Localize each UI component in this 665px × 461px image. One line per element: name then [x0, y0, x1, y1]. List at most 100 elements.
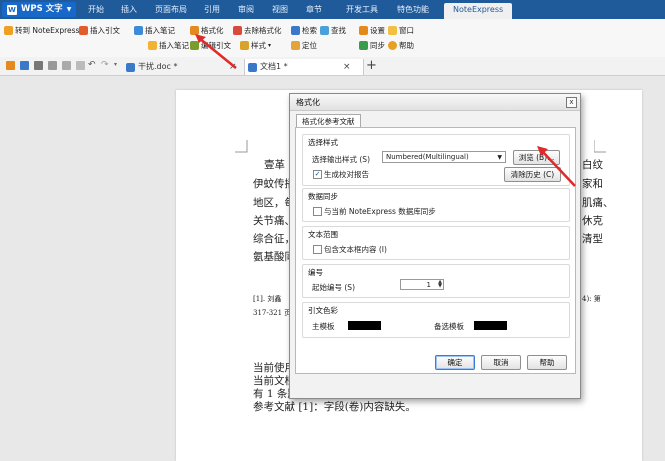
- output-style-value: Numbered(Multilingual): [386, 153, 469, 161]
- dialog-close-button[interactable]: x: [566, 97, 577, 108]
- output-style-label: 选择输出样式 (S): [312, 155, 370, 164]
- output-style-select[interactable]: Numbered(Multilingual) ▼: [382, 151, 506, 163]
- close-icon[interactable]: ×: [343, 62, 351, 72]
- style-label: 样式: [251, 41, 266, 50]
- edit-citation-label: 编辑引文: [201, 41, 231, 50]
- remove-format-label: 去除格式化: [244, 26, 282, 35]
- sync-checkbox[interactable]: [313, 207, 322, 216]
- margin-corner-mark: [594, 140, 606, 153]
- find-button[interactable]: 查找: [320, 25, 346, 36]
- margin-corner-mark: [235, 140, 248, 153]
- settings-button[interactable]: 设置: [359, 25, 385, 36]
- sync-group-title: 数据同步: [308, 192, 338, 201]
- print-icon[interactable]: [34, 61, 43, 70]
- goto-noteexpress-button[interactable]: 转到 NoteExpress: [4, 25, 79, 36]
- style-group-title: 选择样式: [308, 138, 338, 147]
- sync-label: 同步: [370, 41, 385, 50]
- locate-label: 定位: [302, 41, 317, 50]
- window-button[interactable]: 窗口: [388, 25, 414, 36]
- menu-tab-references[interactable]: 引用: [204, 3, 220, 16]
- ok-button[interactable]: 确定: [435, 355, 475, 370]
- alt-template-swatch[interactable]: [474, 321, 507, 330]
- reference-entry: [1]. 刘鑫: [253, 295, 282, 303]
- include-textbox-checkbox[interactable]: [313, 245, 322, 254]
- start-number-label: 起始编号 (S): [312, 283, 355, 292]
- redo-icon[interactable]: ↷: [101, 60, 109, 70]
- search-button[interactable]: 检索: [291, 25, 317, 36]
- doc-line: 家和: [582, 178, 603, 190]
- insert-note-label: 插入笔记: [145, 26, 175, 35]
- format-icon: [190, 26, 199, 35]
- menu-tab-developer[interactable]: 开发工具: [346, 3, 378, 16]
- clear-history-button[interactable]: 清除历史 (C): [504, 167, 561, 182]
- print-preview-icon[interactable]: [48, 61, 57, 70]
- tab-doc1-label: 文档1 *: [260, 62, 288, 71]
- gen-report-checkbox[interactable]: ✓: [313, 170, 322, 179]
- document-icon: [126, 62, 135, 72]
- doc-line: 壹革: [264, 159, 285, 171]
- insert-citation-button[interactable]: 插入引文: [79, 25, 120, 36]
- clipboard-icon[interactable]: [76, 61, 85, 70]
- tab-format-references[interactable]: 格式化参考文献: [296, 114, 361, 128]
- format-button[interactable]: 格式化: [190, 25, 224, 36]
- chevron-down-icon[interactable]: ▾: [114, 61, 117, 68]
- cancel-button[interactable]: 取消: [481, 355, 521, 370]
- start-number-stepper[interactable]: 1 ▲ ▼: [400, 279, 444, 290]
- main-template-swatch[interactable]: [348, 321, 381, 330]
- menu-tab-home[interactable]: 开始: [88, 3, 104, 16]
- goto-noteexpress-label: 转到 NoteExpress: [15, 26, 80, 35]
- pencil-icon: [148, 41, 157, 50]
- chevron-down-icon: ▾: [268, 42, 272, 49]
- doc-line: 肌痛、: [582, 197, 614, 209]
- dialog-panel: 选择样式 选择输出样式 (S) Numbered(Multilingual) ▼…: [295, 127, 576, 374]
- alt-template-label: 备选模板: [434, 322, 464, 331]
- menu-tab-layout[interactable]: 页面布局: [155, 3, 187, 16]
- start-number-value: 1: [426, 281, 431, 289]
- browse-button[interactable]: 浏览 (B)...: [513, 150, 560, 165]
- close-icon[interactable]: ×: [229, 62, 237, 72]
- insert-note-label-2: 插入笔记: [159, 41, 189, 50]
- folder-icon[interactable]: [6, 61, 15, 70]
- help-button[interactable]: 帮助: [527, 355, 567, 370]
- insert-note-button[interactable]: 插入笔记: [148, 40, 189, 51]
- export-icon[interactable]: [62, 61, 71, 70]
- find-label: 查找: [331, 26, 346, 35]
- format-dialog: 格式化 x 格式化参考文献 选择样式 选择输出样式 (S) Numbered(M…: [289, 93, 581, 399]
- stepper-arrows-icon[interactable]: ▲ ▼: [438, 280, 442, 289]
- status-line: 参考文献 [1]：字段(卷)内容缺失。: [253, 401, 416, 413]
- tab-doc-ganrao[interactable]: 干扰.doc *: [126, 59, 244, 75]
- insert-citation-label: 插入引文: [90, 26, 120, 35]
- edit-citation-button[interactable]: 编辑引文: [190, 40, 231, 51]
- cite-color-group: [302, 302, 570, 338]
- remove-format-button[interactable]: 去除格式化: [233, 25, 282, 36]
- insert-note-button-a[interactable]: 插入笔记: [134, 25, 175, 36]
- menu-tab-review[interactable]: 审阅: [238, 3, 254, 16]
- locate-button[interactable]: 定位: [291, 40, 317, 51]
- help-icon: [388, 41, 397, 50]
- menu-tab-features[interactable]: 特色功能: [397, 3, 429, 16]
- include-textbox-label: 包含文本框内容 (I): [324, 245, 387, 254]
- style-button[interactable]: 样式 ▾: [240, 40, 271, 51]
- undo-icon[interactable]: ↶: [88, 60, 96, 70]
- sync-label: 与当前 NoteExpress 数据库同步: [324, 207, 436, 216]
- menu-tab-noteexpress[interactable]: NoteExpress: [444, 3, 513, 19]
- help-button[interactable]: 帮助: [388, 40, 414, 51]
- menu-tab-insert[interactable]: 插入: [121, 3, 137, 16]
- reference-entry: 4): 第: [582, 295, 601, 303]
- dialog-titlebar[interactable]: [290, 94, 580, 111]
- sync-button[interactable]: 同步: [359, 40, 385, 51]
- settings-label: 设置: [370, 26, 385, 35]
- text-range-group-title: 文本范围: [308, 230, 338, 239]
- help-label: 帮助: [399, 41, 414, 50]
- menu-tab-view[interactable]: 视图: [272, 3, 288, 16]
- doc-line: 白纹: [582, 159, 603, 171]
- app-menu-button[interactable]: W WPS 文字 ▼: [2, 2, 77, 17]
- save-icon[interactable]: [20, 61, 29, 70]
- numbering-group-title: 编号: [308, 268, 323, 277]
- menu-tab-chapter[interactable]: 章节: [306, 3, 322, 16]
- dialog-title: 格式化: [296, 98, 320, 107]
- locate-icon: [291, 41, 300, 50]
- window-label: 窗口: [399, 26, 414, 35]
- new-tab-button[interactable]: +: [366, 58, 377, 73]
- main-template-label: 主模板: [312, 322, 335, 331]
